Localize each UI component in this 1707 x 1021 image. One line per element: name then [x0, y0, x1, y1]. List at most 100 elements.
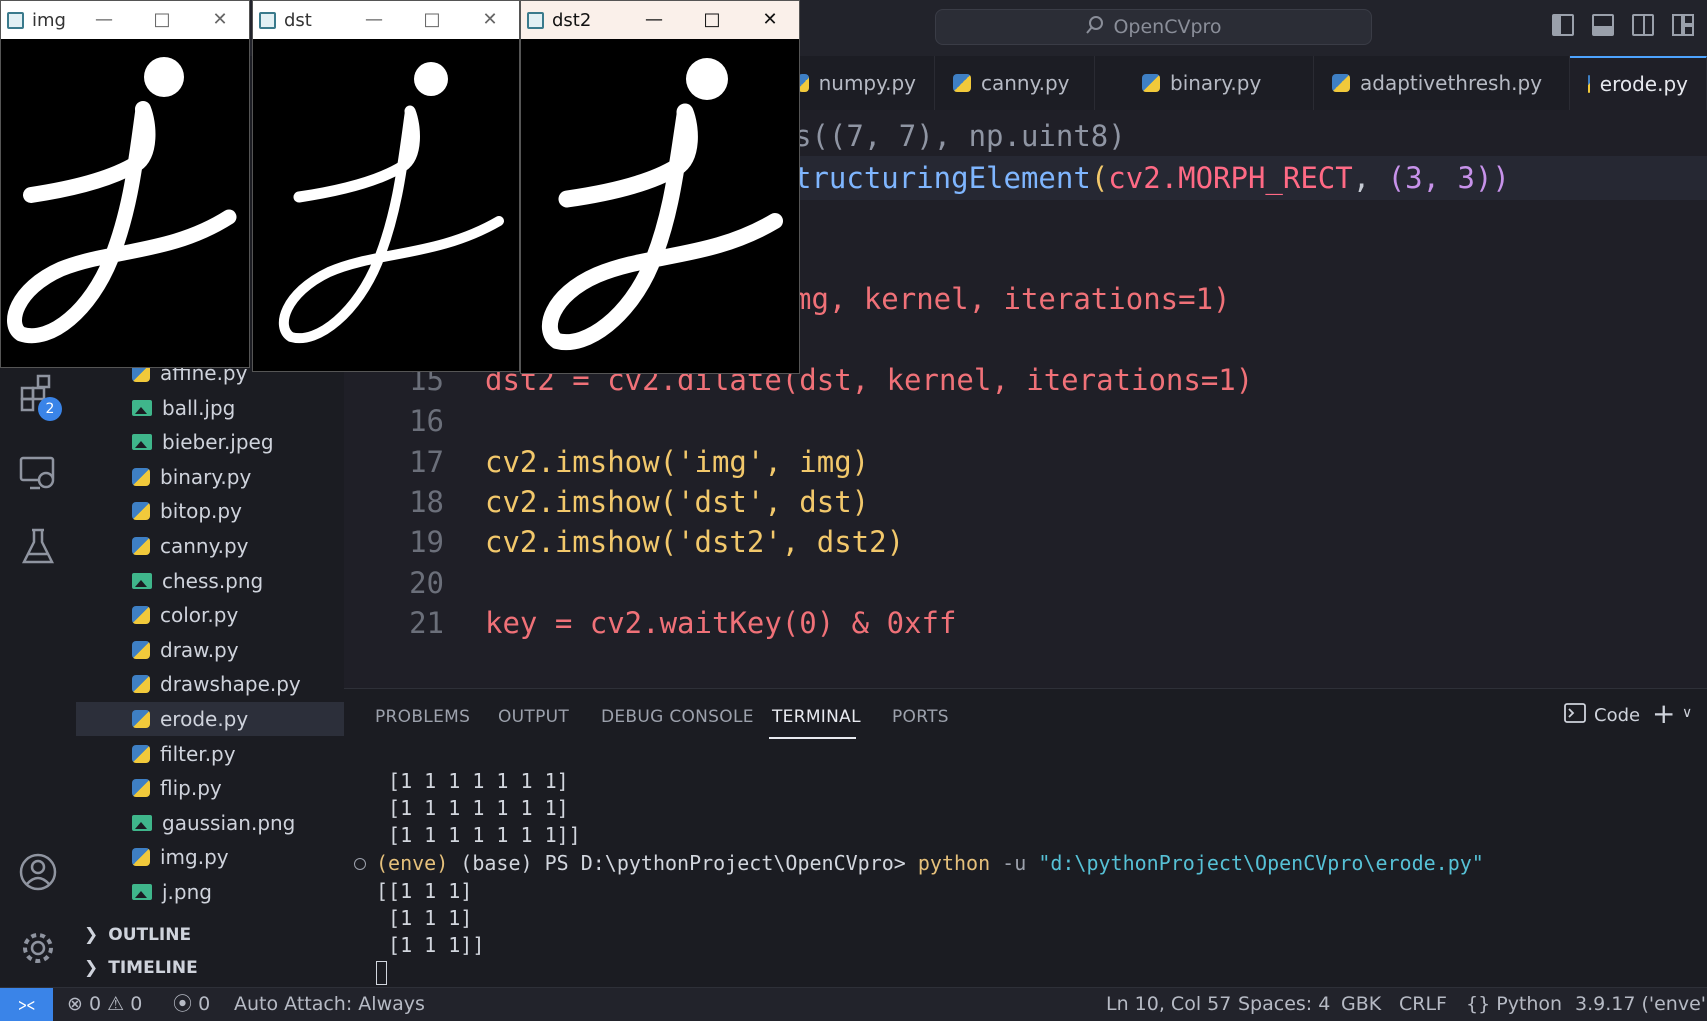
window-title: dst2	[552, 9, 592, 31]
command-center-search[interactable]: OpenCVpro	[935, 9, 1372, 45]
tab-problems[interactable]: PROBLEMS	[375, 707, 470, 727]
extensions-badge: 2	[38, 397, 62, 421]
code-line: 20	[344, 561, 1707, 605]
file-name: filter.py	[160, 741, 236, 766]
python-file-icon	[132, 640, 150, 659]
window-dst[interactable]: dst — □ ✕	[252, 0, 520, 372]
file-item[interactable]: filter.py	[76, 737, 344, 771]
tab-label: numpy.py	[818, 71, 916, 95]
ports-status[interactable]: ⦿ 0	[173, 988, 210, 1021]
timeline-section[interactable]: ❯ TIMELINE	[84, 953, 198, 983]
file-item[interactable]: chess.png	[76, 564, 344, 598]
encoding-status[interactable]: GBK	[1341, 988, 1381, 1021]
file-item[interactable]: drawshape.py	[76, 667, 344, 701]
file-item[interactable]: flip.py	[76, 771, 344, 805]
error-icon: ⊗	[67, 993, 83, 1015]
remote-explorer-icon[interactable]	[18, 452, 58, 492]
settings-gear-icon[interactable]	[18, 928, 58, 968]
python-file-icon	[953, 74, 971, 92]
window-title-bar[interactable]: dst2 — □ ✕	[521, 1, 799, 39]
tab-debug-console[interactable]: DEBUG CONSOLE	[601, 707, 754, 727]
file-item[interactable]: binary.py	[76, 460, 344, 494]
file-item[interactable]: color.py	[76, 598, 344, 632]
python-file-icon	[1142, 74, 1160, 92]
maximize-icon[interactable]: □	[403, 1, 461, 39]
tab-output[interactable]: OUTPUT	[498, 707, 569, 727]
search-icon	[1085, 15, 1105, 40]
command-center-text: OpenCVpro	[1113, 16, 1222, 38]
file-name: gaussian.png	[162, 810, 296, 835]
tab-adaptivethresh[interactable]: adaptivethresh.py	[1314, 56, 1570, 110]
auto-attach-status[interactable]: Auto Attach: Always	[234, 988, 425, 1021]
customize-layout-icon[interactable]	[1672, 14, 1694, 36]
window-title-bar[interactable]: img — □ ✕	[1, 1, 249, 39]
tab-label: adaptivethresh.py	[1360, 71, 1543, 95]
eol-status[interactable]: CRLF	[1399, 988, 1447, 1021]
close-icon[interactable]: ✕	[461, 1, 519, 39]
ports-count: 0	[198, 993, 211, 1015]
image-file-icon	[132, 814, 152, 831]
tab-terminal[interactable]: TERMINAL	[772, 707, 861, 727]
window-dst2[interactable]: dst2 — □ ✕	[520, 0, 800, 374]
file-item[interactable]: erode.py	[76, 702, 344, 736]
command-path: "d:\pythonProject\OpenCVpro\erode.py"	[1038, 851, 1484, 875]
file-name: j.png	[162, 880, 212, 904]
terminal-selector[interactable]: Code	[1564, 703, 1640, 728]
file-item[interactable]: j.png	[76, 875, 344, 909]
terminal-cursor[interactable]	[376, 961, 387, 985]
indentation-status[interactable]: Spaces: 4	[1238, 988, 1330, 1021]
file-item[interactable]: bitop.py	[76, 494, 344, 528]
prompt-env: (enve)	[376, 851, 449, 875]
tab-ports[interactable]: PORTS	[892, 707, 949, 727]
chevron-down-icon[interactable]: ∨	[1682, 705, 1692, 721]
minimize-icon[interactable]: —	[345, 1, 403, 39]
close-icon[interactable]: ✕	[741, 1, 799, 39]
tab-canny[interactable]: canny.py	[935, 56, 1095, 110]
terminal-name: Code	[1594, 705, 1641, 726]
terminal-line: [1 1 1 1 1 1 1]	[376, 796, 569, 820]
toggle-secondary-sidebar-icon[interactable]	[1632, 14, 1654, 36]
toggle-panel-icon[interactable]	[1592, 14, 1614, 36]
file-item[interactable]: img.py	[76, 840, 344, 874]
tab-erode[interactable]: erode.py	[1570, 56, 1707, 110]
toggle-primary-sidebar-icon[interactable]	[1552, 14, 1574, 36]
file-item[interactable]: ball.jpg	[76, 391, 344, 425]
account-icon[interactable]	[18, 852, 58, 892]
problems-status[interactable]: ⊗ 0 ⚠ 0	[67, 988, 142, 1021]
window-img[interactable]: img — □ ✕	[0, 0, 250, 368]
terminal-line: [[1 1 1]	[376, 879, 473, 903]
image-canvas	[521, 39, 799, 373]
tab-label: erode.py	[1599, 72, 1688, 96]
language-mode[interactable]: {} Python	[1466, 988, 1562, 1021]
image-canvas	[253, 39, 519, 371]
maximize-icon[interactable]: □	[683, 1, 741, 39]
close-icon[interactable]: ✕	[191, 1, 249, 39]
tuple-literal: (3, 3))	[1387, 161, 1510, 195]
bottom-panel: PROBLEMS OUTPUT DEBUG CONSOLE TERMINAL P…	[344, 688, 1707, 988]
tab-binary[interactable]: binary.py	[1124, 56, 1314, 110]
minimize-icon[interactable]: —	[75, 1, 133, 39]
chevron-right-icon: ❯	[84, 925, 99, 945]
command-name: python	[917, 851, 991, 875]
python-file-icon	[132, 537, 150, 555]
maximize-icon[interactable]: □	[133, 1, 191, 39]
cursor-position[interactable]: Ln 10, Col 57	[1106, 988, 1231, 1021]
tab-numpy[interactable]: numpy.py	[780, 56, 935, 110]
remote-indicator-icon[interactable]: ⪥	[0, 988, 53, 1021]
file-item[interactable]: canny.py	[76, 529, 344, 563]
file-name: chess.png	[162, 568, 264, 593]
new-terminal-plus-icon[interactable]: +	[1652, 697, 1675, 730]
outline-section[interactable]: ❯ OUTLINE	[84, 920, 191, 950]
file-item[interactable]: gaussian.png	[76, 806, 344, 840]
minimize-icon[interactable]: —	[625, 1, 683, 39]
image-canvas	[1, 39, 249, 367]
warning-icon: ⚠	[107, 993, 125, 1015]
window-title-bar[interactable]: dst — □ ✕	[253, 1, 519, 39]
python-interpreter[interactable]: 3.9.17 ('enve': ve	[1575, 988, 1707, 1021]
chevron-right-icon: ❯	[84, 958, 99, 978]
file-item[interactable]: bieber.jpeg	[76, 425, 344, 459]
testing-flask-icon[interactable]	[18, 526, 58, 566]
command-status-circle-icon	[354, 858, 366, 870]
python-file-icon	[132, 606, 150, 625]
file-item[interactable]: draw.py	[76, 633, 344, 667]
